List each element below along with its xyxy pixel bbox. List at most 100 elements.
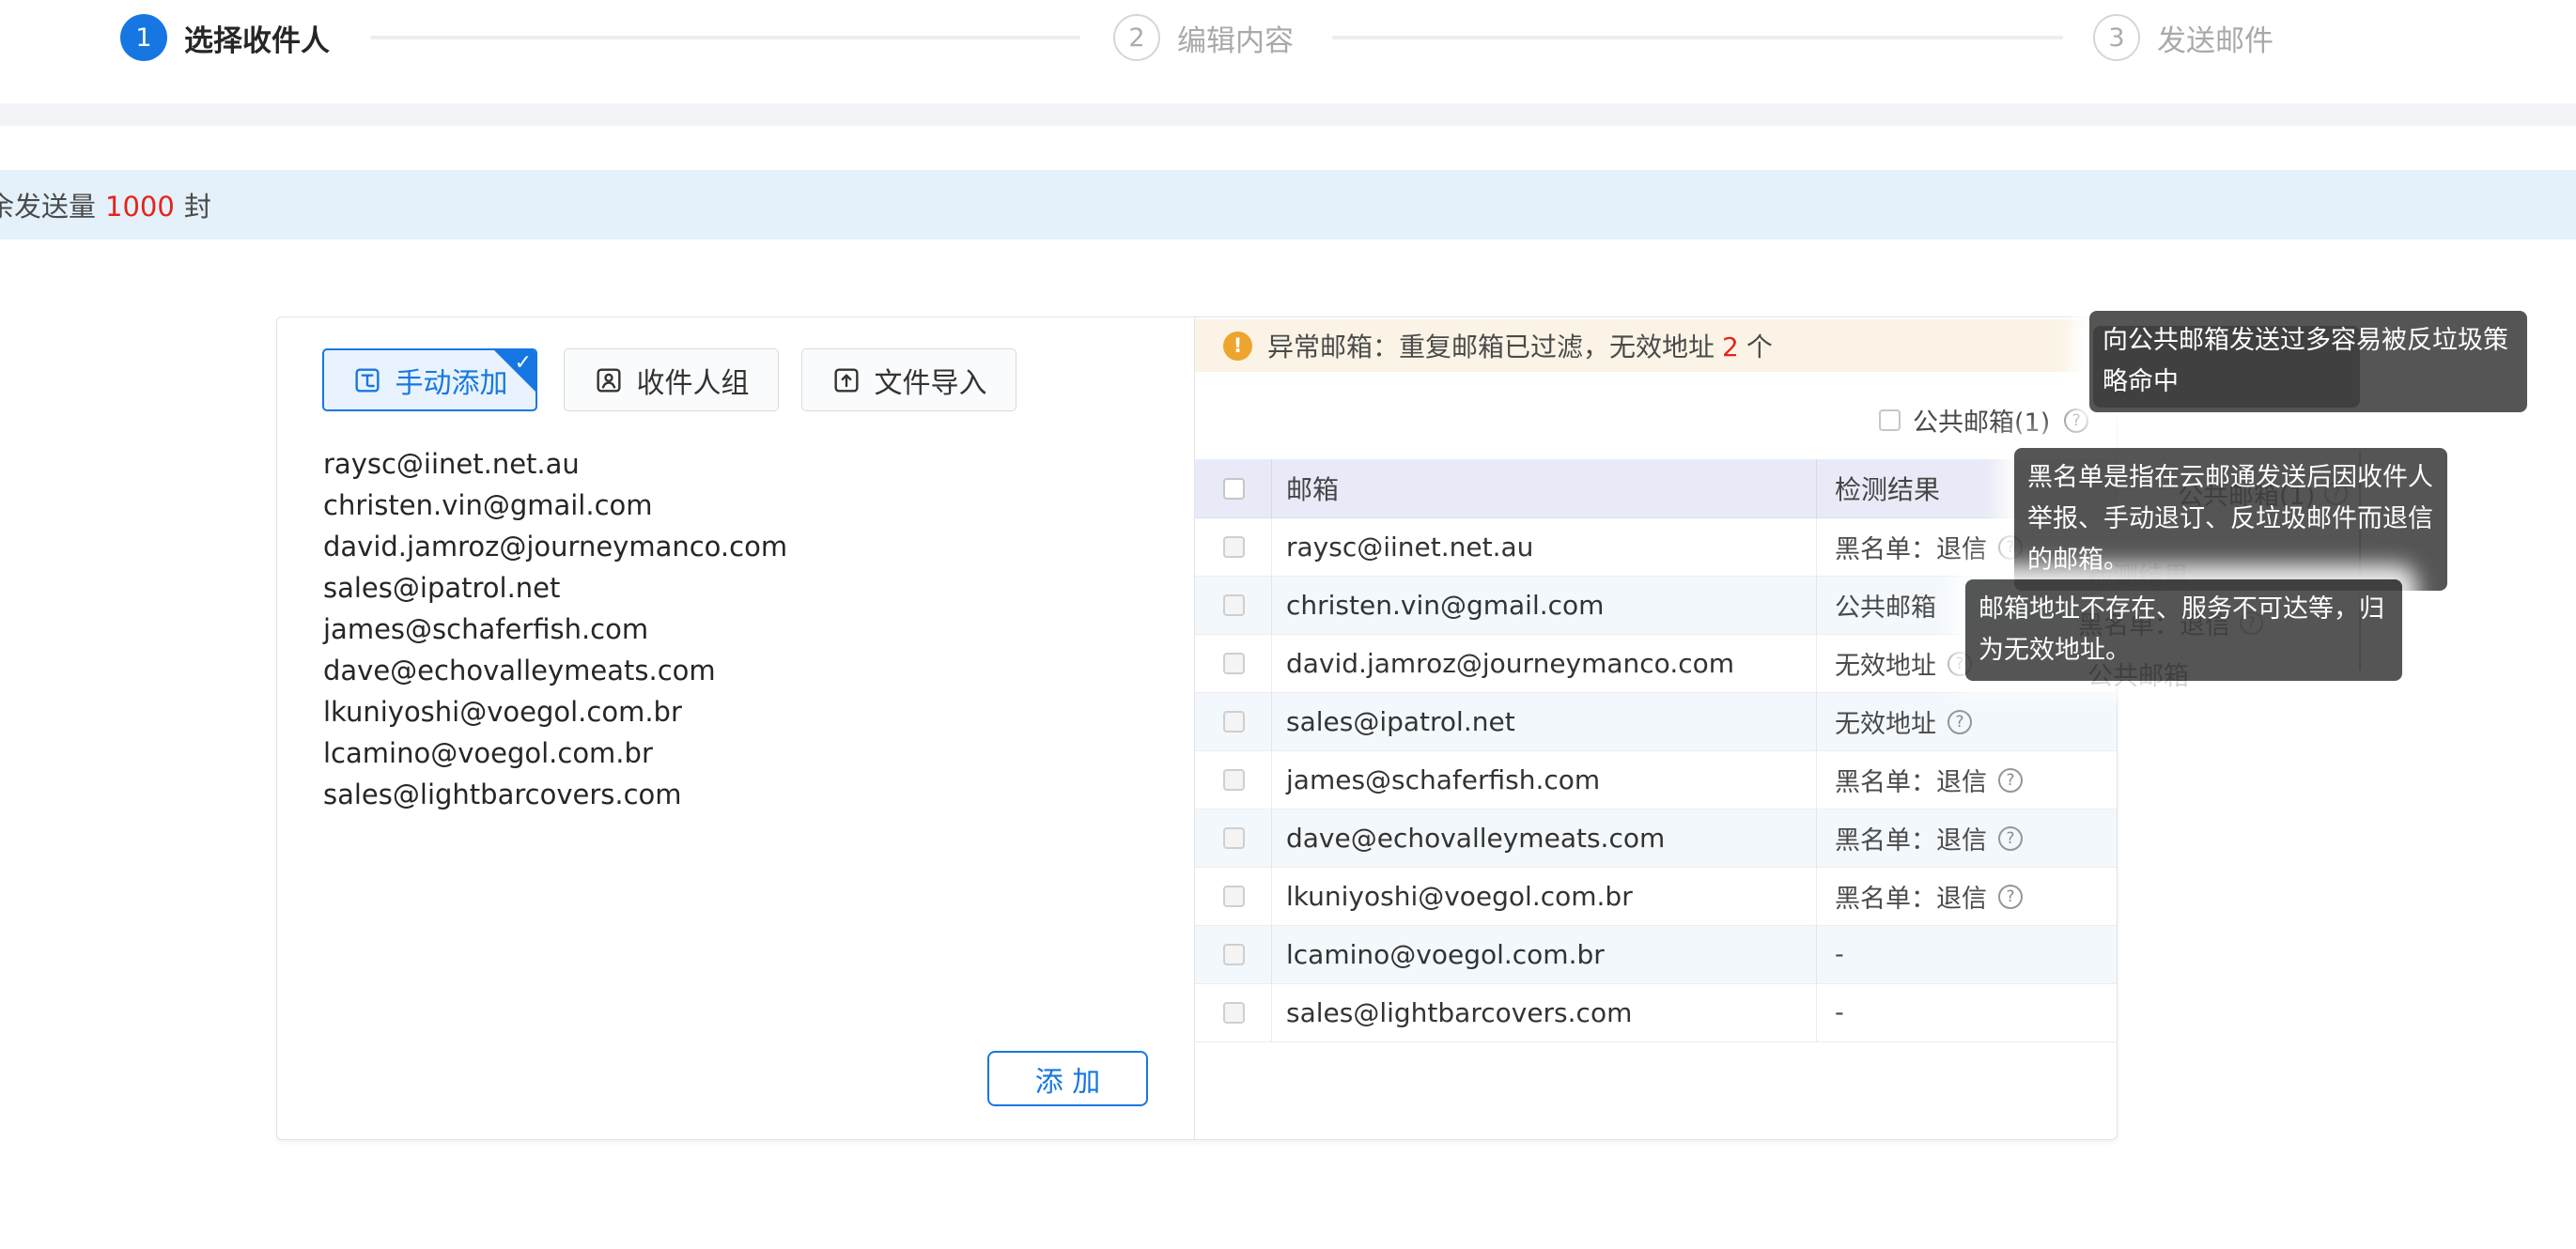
row-checkbox[interactable] bbox=[1223, 944, 1245, 965]
stepper-line-2 bbox=[1332, 36, 2063, 39]
step-1-circle: 1 bbox=[120, 14, 167, 61]
warning-prefix: 异常邮箱：重复邮箱已过滤，无效地址 bbox=[1267, 332, 1715, 362]
public-filter-help-icon[interactable]: ? bbox=[2064, 409, 2088, 433]
file-import-icon bbox=[831, 365, 861, 395]
manual-add-icon bbox=[352, 365, 382, 395]
row-checkbox-cell bbox=[1195, 751, 1272, 809]
row-result: 无效地址 bbox=[1835, 703, 1936, 740]
email-line: david.jamroz@journeymanco.com bbox=[323, 526, 787, 567]
row-result-cell: 黑名单：退信 ? bbox=[1817, 868, 2117, 925]
tooltip-blacklist: 黑名单是指在云邮通发送后因收件人举报、手动退订、反垃圾邮件而退信的邮箱。 bbox=[2014, 448, 2447, 591]
public-filter-checkbox[interactable] bbox=[1879, 409, 1901, 431]
warning-suffix: 个 bbox=[1746, 332, 1773, 362]
result-help-icon[interactable]: ? bbox=[1998, 768, 2023, 793]
row-checkbox-cell bbox=[1195, 577, 1272, 634]
public-filter-row: 公共邮箱(1) ? bbox=[1879, 402, 2088, 439]
warning-icon: ! bbox=[1223, 332, 1252, 361]
select-all-checkbox[interactable] bbox=[1223, 478, 1245, 500]
warning-count: 2 bbox=[1722, 332, 1739, 362]
email-line: lcamino@voegol.com.br bbox=[323, 732, 787, 774]
step-3-label: 发送邮件 bbox=[2157, 17, 2273, 59]
row-checkbox-cell bbox=[1195, 810, 1272, 867]
row-checkbox-cell bbox=[1195, 926, 1272, 983]
quota-bar: 余发送量 1000 封 bbox=[0, 170, 2576, 239]
row-checkbox-cell bbox=[1195, 693, 1272, 750]
row-result: 无效地址 bbox=[1835, 645, 1936, 682]
row-result: - bbox=[1835, 998, 1844, 1027]
table-row: james@schaferfish.com 黑名单：退信 ? bbox=[1195, 751, 2117, 810]
email-line: dave@echovalleymeats.com bbox=[323, 650, 787, 691]
email-line: christen.vin@gmail.com bbox=[323, 485, 787, 526]
row-checkbox[interactable] bbox=[1223, 1002, 1245, 1024]
stepper-step-3: 3 发送邮件 bbox=[2093, 14, 2273, 61]
result-help-icon[interactable]: ? bbox=[1948, 710, 1972, 734]
row-checkbox[interactable] bbox=[1223, 886, 1245, 907]
row-email: lcamino@voegol.com.br bbox=[1272, 926, 1817, 983]
email-line: raysc@iinet.net.au bbox=[323, 443, 787, 485]
stepper-step-2: 2 编辑内容 bbox=[1113, 14, 1294, 61]
page: 1 选择收件人 2 编辑内容 3 发送邮件 余发送量 1000 封 手动添加 ✓ 收… bbox=[0, 0, 2576, 1249]
row-checkbox[interactable] bbox=[1223, 594, 1245, 616]
row-result-cell: 黑名单：退信 ? bbox=[1817, 751, 2117, 809]
email-line: sales@ipatrol.net bbox=[323, 567, 787, 609]
row-checkbox[interactable] bbox=[1223, 536, 1245, 558]
row-checkbox[interactable] bbox=[1223, 769, 1245, 791]
add-button-label: 添 加 bbox=[1035, 1058, 1101, 1100]
step-3-circle: 3 bbox=[2093, 14, 2140, 61]
warning-bar: ! 异常邮箱：重复邮箱已过滤，无效地址2个 bbox=[1195, 319, 2117, 372]
add-button[interactable]: 添 加 bbox=[987, 1051, 1148, 1106]
table-row: lkuniyoshi@voegol.com.br 黑名单：退信 ? bbox=[1195, 868, 2117, 926]
tab-manual-add-label: 手动添加 bbox=[396, 360, 508, 401]
email-line: sales@lightbarcovers.com bbox=[323, 774, 787, 815]
row-checkbox[interactable] bbox=[1223, 653, 1245, 674]
email-input-area[interactable]: raysc@iinet.net.auchristen.vin@gmail.com… bbox=[323, 443, 787, 815]
quota-prefix: 余发送量 bbox=[0, 191, 96, 223]
row-email: sales@ipatrol.net bbox=[1272, 693, 1817, 750]
row-result-cell: 黑名单：退信 ? bbox=[1817, 810, 2117, 867]
table-row: dave@echovalleymeats.com 黑名单：退信 ? bbox=[1195, 810, 2117, 868]
row-checkbox[interactable] bbox=[1223, 827, 1245, 849]
result-help-icon[interactable]: ? bbox=[1998, 885, 2023, 909]
stepper-line-1 bbox=[370, 36, 1080, 39]
header-email: 邮箱 bbox=[1272, 459, 1817, 517]
quota-count: 1000 bbox=[105, 191, 175, 223]
row-email: david.jamroz@journeymanco.com bbox=[1272, 635, 1817, 692]
step-2-label: 编辑内容 bbox=[1177, 17, 1294, 59]
row-result-cell: 无效地址 ? bbox=[1817, 693, 2117, 750]
row-checkbox-cell bbox=[1195, 518, 1272, 576]
selected-check-icon: ✓ bbox=[515, 351, 532, 375]
row-result: - bbox=[1835, 940, 1844, 969]
warning-text: 异常邮箱：重复邮箱已过滤，无效地址2个 bbox=[1267, 327, 1773, 364]
row-email: sales@lightbarcovers.com bbox=[1272, 984, 1817, 1041]
row-result: 黑名单：退信 bbox=[1835, 762, 1987, 798]
row-result: 黑名单：退信 bbox=[1835, 820, 1987, 856]
row-email: lkuniyoshi@voegol.com.br bbox=[1272, 868, 1817, 925]
quota-unit: 封 bbox=[184, 191, 211, 223]
table-row: sales@ipatrol.net 无效地址 ? bbox=[1195, 693, 2117, 751]
result-help-icon[interactable]: ? bbox=[1998, 826, 2023, 851]
step-2-circle: 2 bbox=[1113, 14, 1160, 61]
row-email: james@schaferfish.com bbox=[1272, 751, 1817, 809]
row-result: 黑名单：退信 bbox=[1835, 878, 1987, 915]
public-filter-label: 公共邮箱(1) bbox=[1913, 402, 2050, 439]
row-result: 黑名单：退信 bbox=[1835, 529, 1987, 565]
row-checkbox-cell bbox=[1195, 635, 1272, 692]
table-row: sales@lightbarcovers.com - ? bbox=[1195, 984, 2117, 1042]
tab-recipient-group[interactable]: 收件人组 bbox=[564, 348, 779, 411]
tab-file-import-label: 文件导入 bbox=[875, 360, 987, 401]
table-row: raysc@iinet.net.au 黑名单：退信 ? bbox=[1195, 518, 2117, 577]
step-1-label: 选择收件人 bbox=[184, 17, 330, 59]
row-checkbox-cell bbox=[1195, 984, 1272, 1041]
row-checkbox[interactable] bbox=[1223, 711, 1245, 732]
row-result-cell: - ? bbox=[1817, 984, 2117, 1041]
row-result-cell: - ? bbox=[1817, 926, 2117, 983]
tab-file-import[interactable]: 文件导入 bbox=[801, 348, 1016, 411]
tooltip-invalid-address: 邮箱地址不存在、服务不可达等，归为无效地址。 bbox=[1965, 579, 2402, 681]
email-line: james@schaferfish.com bbox=[323, 609, 787, 650]
row-email: raysc@iinet.net.au bbox=[1272, 518, 1817, 576]
table-header: 邮箱 检测结果 bbox=[1195, 459, 2117, 518]
tab-manual-add[interactable]: 手动添加 ✓ bbox=[322, 348, 537, 411]
tooltip-public-mailbox: 向公共邮箱发送过多容易被反垃圾策略命中 bbox=[2089, 311, 2527, 412]
row-email: christen.vin@gmail.com bbox=[1272, 577, 1817, 634]
stepper-step-1: 1 选择收件人 bbox=[120, 14, 330, 61]
